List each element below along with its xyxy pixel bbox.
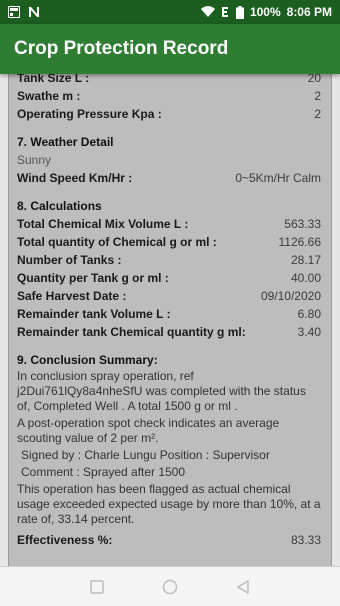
status-bar: 100% 8:06 PM [0, 0, 340, 24]
effectiveness-value: 83.33 [290, 533, 321, 547]
signed-by-text: Signed by : Charle Lungu Position : Supe… [21, 448, 270, 462]
recents-square-icon[interactable] [82, 572, 112, 602]
system-nav-bar [0, 567, 340, 606]
calc-row: Remainder tank Chemical quantity g ml: 3… [17, 323, 321, 341]
effectiveness-label: Effectiveness %: [17, 533, 113, 547]
app-title: Crop Protection Record [14, 38, 229, 59]
effectiveness-row: Effectiveness %: 83.33 [17, 531, 321, 549]
swathe-value: 2 [314, 89, 321, 103]
calc-row: Safe Harvest Date : 09/10/2020 [17, 287, 321, 305]
calc-value: 563.33 [284, 217, 321, 231]
data-e-icon [221, 6, 230, 18]
scroll-content[interactable]: Tank Size L : 20 Swathe m : 2 Operating … [0, 74, 340, 566]
calc-value: 3.40 [297, 325, 321, 339]
tank-size-value: 20 [307, 74, 321, 85]
battery-icon [235, 5, 244, 19]
calc-value: 09/10/2020 [260, 289, 321, 303]
calc-value: 1126.66 [278, 235, 322, 249]
wind-row: Wind Speed Km/Hr : 0~5Km/Hr Calm [17, 169, 321, 187]
tank-size-row: Tank Size L : 20 [17, 74, 321, 87]
calc-label: Total quantity of Chemical g or ml : [17, 235, 217, 249]
calc-label: Safe Harvest Date : [17, 289, 127, 303]
comment-text: Comment : Sprayed after 1500 [21, 465, 186, 479]
flag-paragraph: This operation has been flagged as actua… [17, 482, 321, 526]
calc-row: Remainder tank Volume L : 6.80 [17, 305, 321, 323]
calc-label: Number of Tanks : [17, 253, 122, 267]
battery-percent: 100% [249, 5, 281, 19]
calc-row: Number of Tanks : 28.17 [17, 251, 321, 269]
conclusion-paragraph: In conclusion spray operation, ref j2Dui… [17, 369, 306, 413]
calc-label: Remainder tank Chemical quantity g ml: [17, 325, 246, 339]
back-triangle-icon[interactable] [228, 572, 258, 602]
calc-label: Quantity per Tank g or ml : [17, 271, 169, 285]
calc-value: 28.17 [290, 253, 321, 267]
spot-check-paragraph: A post-operation spot check indicates an… [17, 416, 280, 445]
weather-condition: Sunny [17, 153, 52, 167]
clock: 8:06 PM [286, 5, 332, 19]
swathe-row: Swathe m : 2 [17, 87, 321, 105]
pressure-label: Operating Pressure Kpa : [17, 107, 162, 121]
pressure-value: 2 [314, 107, 321, 121]
calc-row: Total Chemical Mix Volume L : 563.33 [17, 215, 321, 233]
calc-row: Total quantity of Chemical g or ml : 112… [17, 233, 321, 251]
wind-value: 0~5Km/Hr Calm [235, 171, 321, 185]
calc-row: Quantity per Tank g or ml : 40.00 [17, 269, 321, 287]
calc-value: 6.80 [297, 307, 321, 321]
wifi-icon [200, 6, 215, 18]
app-bar: Crop Protection Record [0, 24, 340, 74]
swathe-label: Swathe m : [17, 89, 81, 103]
calc-value: 40.00 [290, 271, 321, 285]
calculations-heading: 8. Calculations [17, 199, 102, 213]
calc-label: Remainder tank Volume L : [17, 307, 171, 321]
pressure-row: Operating Pressure Kpa : 2 [17, 105, 321, 123]
tank-size-label: Tank Size L : [17, 74, 90, 85]
record-card: Tank Size L : 20 Swathe m : 2 Operating … [8, 74, 332, 566]
weather-heading: 7. Weather Detail [17, 135, 114, 149]
gallery-icon [8, 6, 20, 18]
n-icon [28, 6, 40, 18]
conclusion-heading: 9. Conclusion Summary: [17, 353, 158, 367]
home-circle-icon[interactable] [155, 572, 185, 602]
calc-label: Total Chemical Mix Volume L : [17, 217, 189, 231]
wind-label: Wind Speed Km/Hr : [17, 171, 133, 185]
